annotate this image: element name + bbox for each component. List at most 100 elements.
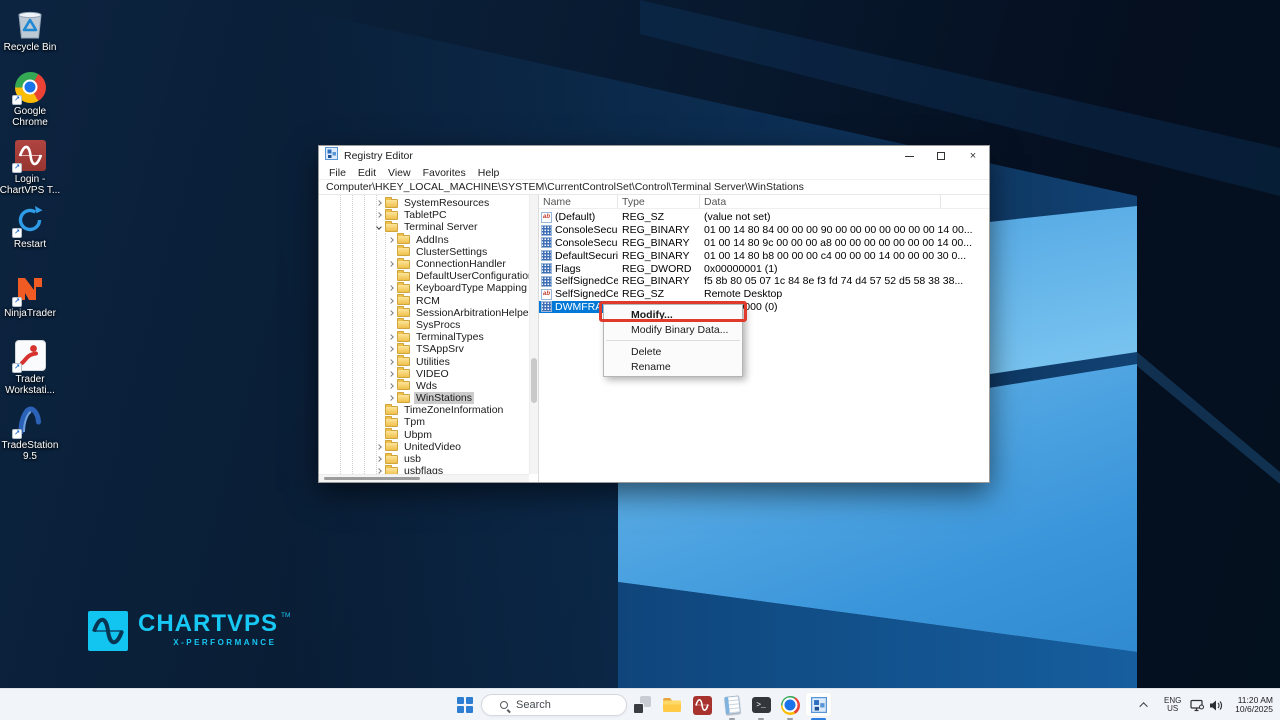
- desktop-icon-trader-workstation[interactable]: ↗ TraderWorkstati...: [0, 338, 68, 396]
- desktop-icon-google-chrome[interactable]: ↗ GoogleChrome: [0, 70, 68, 128]
- tree-label: ClusterSettings: [414, 246, 489, 258]
- tree-label: ConnectionHandler: [414, 258, 508, 270]
- chartvps-logo-icon: [88, 611, 128, 651]
- terminal-button[interactable]: >_: [749, 693, 773, 717]
- desktop-icon-recycle-bin[interactable]: Recycle Bin: [0, 6, 68, 54]
- context-menu-modify-binary[interactable]: Modify Binary Data...: [604, 322, 742, 337]
- volume-tray-button[interactable]: [1209, 689, 1223, 720]
- tree-item[interactable]: ConnectionHandler: [319, 258, 529, 270]
- tree-label: KeyboardType Mapping: [414, 282, 529, 294]
- chartvps-app-button[interactable]: [690, 693, 714, 717]
- menu-view[interactable]: View: [382, 167, 417, 179]
- icon-label: NinjaTrader: [4, 308, 56, 319]
- dword-value-icon: [541, 263, 552, 274]
- tree-item[interactable]: SysProcs: [319, 319, 529, 331]
- tree-item[interactable]: Utilities: [319, 355, 529, 367]
- tree-item[interactable]: Tpm: [319, 416, 529, 428]
- registry-editor-taskbar-button-active[interactable]: [805, 692, 832, 717]
- tree-item[interactable]: TimeZoneInformation: [319, 404, 529, 416]
- value-type: REG_SZ: [618, 288, 700, 300]
- folder-icon: [397, 272, 410, 281]
- folder-icon: [385, 442, 398, 451]
- tree-item[interactable]: SessionArbitrationHelper: [319, 307, 529, 319]
- folder-icon: [385, 430, 398, 439]
- desktop-icon-login-chartvps[interactable]: ↗ Login -ChartVPS T...: [0, 138, 68, 196]
- chrome-button[interactable]: [778, 693, 802, 717]
- tree-item[interactable]: UnitedVideo: [319, 441, 529, 453]
- column-header-type[interactable]: Type: [618, 195, 700, 208]
- tree-item[interactable]: TSAppSrv: [319, 343, 529, 355]
- scrollbar-thumb[interactable]: [324, 477, 420, 480]
- tree-label: Terminal Server: [402, 221, 480, 233]
- tree-item[interactable]: SystemResources: [319, 197, 529, 209]
- value-row[interactable]: ConsoleSecurity...REG_BINARY01 00 14 80 …: [539, 237, 989, 250]
- tree-item[interactable]: Ubpm: [319, 429, 529, 441]
- minimize-button[interactable]: [893, 146, 925, 166]
- value-row[interactable]: ConsoleSecurityREG_BINARY01 00 14 80 84 …: [539, 224, 989, 237]
- tree-item[interactable]: VIDEO: [319, 368, 529, 380]
- menu-edit[interactable]: Edit: [352, 167, 382, 179]
- close-button[interactable]: ×: [957, 146, 989, 166]
- menu-favorites[interactable]: Favorites: [417, 167, 472, 179]
- start-button[interactable]: [453, 693, 477, 717]
- tree-item[interactable]: TerminalTypes: [319, 331, 529, 343]
- folder-icon: [397, 235, 410, 244]
- menu-help[interactable]: Help: [472, 167, 506, 179]
- registry-tree-pane[interactable]: SystemResources TabletPC Terminal Server…: [319, 195, 539, 482]
- tree-item[interactable]: KeyboardType Mapping: [319, 282, 529, 294]
- binary-value-icon: [541, 237, 552, 248]
- value-row[interactable]: SelfSignedCertSt...REG_SZRemote Desktop: [539, 288, 989, 301]
- tree-item[interactable]: Wds: [319, 380, 529, 392]
- tree-item[interactable]: TabletPC: [319, 209, 529, 221]
- scrollbar-thumb[interactable]: [531, 358, 537, 403]
- tree-label: Utilities: [414, 356, 452, 368]
- tree-vertical-scrollbar[interactable]: [529, 195, 538, 474]
- tray-chevron[interactable]: [1142, 689, 1148, 720]
- column-header-name[interactable]: Name: [539, 195, 618, 208]
- context-menu-delete[interactable]: Delete: [604, 344, 742, 359]
- tree-item[interactable]: usb: [319, 453, 529, 465]
- context-menu-modify[interactable]: Modify...: [604, 307, 742, 322]
- tree-item[interactable]: DefaultUserConfiguration: [319, 270, 529, 282]
- desktop-icon-tradestation[interactable]: ↗ TradeStation9.5: [0, 404, 68, 462]
- desktop-icon-ninjatrader[interactable]: ↗ NinjaTrader: [0, 272, 68, 320]
- column-header-data[interactable]: Data: [700, 195, 941, 208]
- value-row[interactable]: FlagsREG_DWORD0x00000001 (1): [539, 262, 989, 275]
- taskbar-search[interactable]: Search: [481, 694, 627, 716]
- tree-item[interactable]: AddIns: [319, 234, 529, 246]
- value-name: ConsoleSecurity: [555, 224, 618, 236]
- tree-item-winstations-selected[interactable]: WinStations: [319, 392, 529, 404]
- registry-path: Computer\HKEY_LOCAL_MACHINE\SYSTEM\Curre…: [319, 181, 804, 193]
- icon-label: Trader: [15, 374, 44, 385]
- value-data: 0x00000000 (0): [700, 301, 989, 313]
- address-bar[interactable]: Computer\HKEY_LOCAL_MACHINE\SYSTEM\Curre…: [319, 180, 989, 195]
- menu-file[interactable]: File: [323, 167, 352, 179]
- folder-icon: [385, 199, 398, 208]
- value-data: Remote Desktop: [700, 288, 989, 300]
- tree-item[interactable]: RCM: [319, 295, 529, 307]
- language-indicator[interactable]: ENGUS: [1164, 689, 1181, 720]
- tree-item[interactable]: Terminal Server: [319, 221, 529, 233]
- context-menu-rename[interactable]: Rename: [604, 359, 742, 374]
- tree-item[interactable]: ClusterSettings: [319, 246, 529, 258]
- value-type: REG_DWORD: [618, 263, 700, 275]
- shortcut-arrow-icon: ↗: [12, 163, 22, 173]
- file-explorer-button[interactable]: [660, 693, 684, 717]
- folder-icon: [397, 333, 410, 342]
- maximize-button[interactable]: [925, 146, 957, 166]
- value-row[interactable]: SelfSignedCertifi...REG_BINARYf5 8b 80 0…: [539, 275, 989, 288]
- value-name: ConsoleSecurity...: [555, 237, 618, 249]
- tree-label: VIDEO: [414, 368, 451, 380]
- column-header-blank: [941, 195, 989, 208]
- task-view-button[interactable]: [630, 693, 654, 717]
- title-bar[interactable]: Registry Editor ×: [319, 146, 989, 166]
- notepad-button[interactable]: [720, 693, 744, 717]
- desktop-icon-restart[interactable]: ↗ Restart: [0, 203, 68, 251]
- clock[interactable]: 11:20 AM10/6/2025: [1225, 689, 1273, 720]
- value-row[interactable]: DefaultSecurityREG_BINARY01 00 14 80 b8 …: [539, 249, 989, 262]
- value-name: (Default): [555, 211, 595, 223]
- tree-horizontal-scrollbar[interactable]: [319, 474, 529, 482]
- network-tray-button[interactable]: [1190, 689, 1205, 720]
- folder-icon: [397, 381, 410, 390]
- value-row[interactable]: (Default)REG_SZ(value not set): [539, 211, 989, 224]
